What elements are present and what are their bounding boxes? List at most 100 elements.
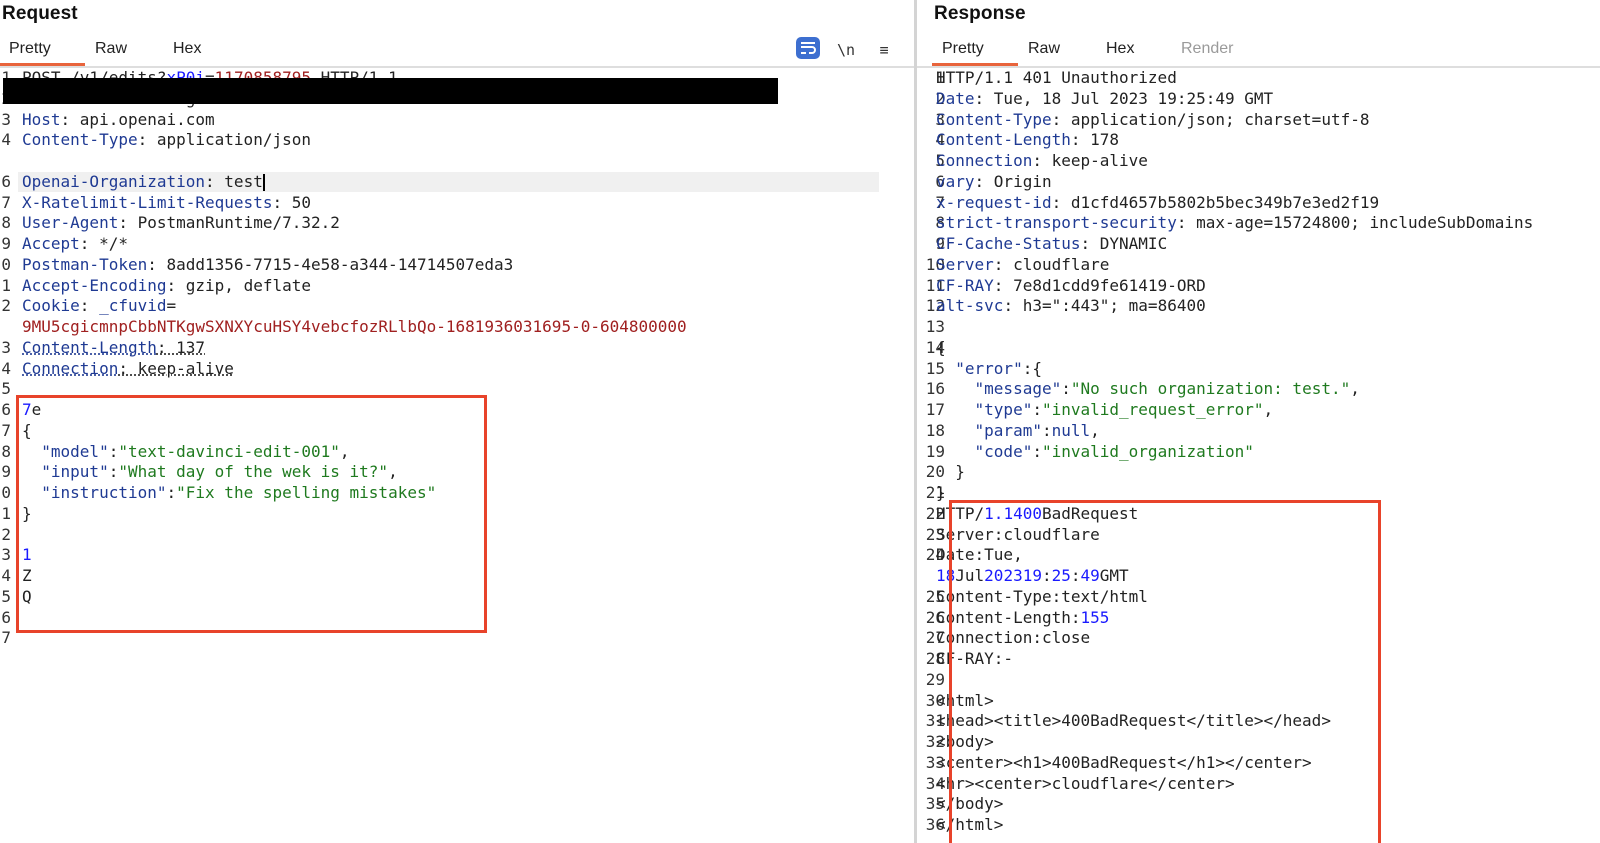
code-line: "error":{ bbox=[936, 359, 1042, 379]
code-token: : PostmanRuntime/7.32.2 bbox=[118, 213, 340, 233]
code-line: Content-Type: application/json; charset=… bbox=[936, 110, 1369, 130]
tab-response-pretty[interactable]: Pretty bbox=[932, 40, 1018, 66]
code-line: vary: Origin bbox=[936, 172, 1052, 192]
code-token: CF-RAY bbox=[936, 275, 994, 295]
code-line: Server: cloudflare bbox=[936, 255, 1109, 275]
code-token: X-Ratelimit-Limit-Requests bbox=[22, 192, 273, 212]
line-number: 8 bbox=[1, 213, 11, 233]
code-line: Openai-Organization: test bbox=[22, 172, 265, 192]
code-token: : keep-alive bbox=[1032, 151, 1148, 170]
line-number: 7 bbox=[1, 192, 11, 212]
code-token: : keep-alive bbox=[118, 358, 234, 378]
tab-request-hex[interactable]: Hex bbox=[173, 40, 201, 58]
code-line: Content-Type: application/json bbox=[22, 130, 311, 150]
code-token: User-Agent bbox=[22, 213, 119, 233]
code-token: "No such organization: test." bbox=[1070, 379, 1351, 399]
code-token: Postman-Token bbox=[22, 254, 148, 274]
line-number: 7 bbox=[1, 420, 11, 440]
code-token: vary bbox=[936, 171, 975, 191]
line-number: 4 bbox=[1, 130, 11, 150]
code-line: { bbox=[936, 338, 946, 358]
code-token: : bbox=[1032, 400, 1042, 419]
code-token: Date bbox=[936, 88, 975, 108]
code-token: : max-age=15724800; includeSubDomains bbox=[1176, 213, 1534, 233]
tab-response-raw[interactable]: Raw bbox=[1028, 40, 1060, 58]
code-line: x-request-id: d1cfd4657b5802b5bec349b7e3… bbox=[936, 193, 1379, 213]
code-token: "message" bbox=[974, 379, 1062, 399]
code-line: strict-transport-security: max-age=15724… bbox=[936, 213, 1533, 233]
code-token: CF-Cache-Status bbox=[936, 234, 1081, 253]
response-tab-bar: Pretty Raw Hex Render bbox=[917, 36, 1600, 68]
code-line: Postman-Token: 8add1356-7715-4e58-a344-1… bbox=[22, 255, 513, 275]
wrap-lines-icon[interactable] bbox=[796, 37, 820, 59]
line-number: 4 bbox=[1, 358, 11, 378]
code-token: , bbox=[1090, 420, 1100, 440]
code-line: X-Ratelimit-Limit-Requests: 50 bbox=[22, 193, 311, 213]
code-token: HTTP/1.1 401 Unauthorized bbox=[936, 68, 1177, 87]
line-number: 9 bbox=[1, 234, 11, 253]
code-token: , bbox=[1263, 400, 1274, 419]
line-number: 9 bbox=[1, 462, 11, 482]
code-line: alt-svc: h3=":443"; ma=86400 bbox=[936, 296, 1206, 316]
code-token: Content-Type bbox=[22, 130, 138, 150]
line-number: 3 bbox=[1, 109, 11, 129]
code-token: : d1cfd4657b5802b5bec349b7e3ed2f19 bbox=[1051, 192, 1380, 212]
code-token: Content-Length bbox=[936, 130, 1071, 150]
request-panel: Request Pretty Raw Hex \n ≡ 1POST /v1/ed… bbox=[0, 0, 914, 843]
code-line: Content-Length: 137 bbox=[22, 338, 205, 358]
redaction-bar bbox=[3, 78, 778, 104]
code-token: : cloudflare bbox=[993, 254, 1110, 274]
newline-toggle-icon[interactable]: \n bbox=[833, 38, 859, 62]
tab-request-raw[interactable]: Raw bbox=[95, 40, 127, 58]
line-number: 6 bbox=[1, 607, 11, 627]
line-number: 6 bbox=[1, 171, 11, 191]
code-token: _cfuvid bbox=[99, 296, 167, 316]
line-number bbox=[0, 151, 11, 171]
highlight-box-response bbox=[949, 500, 1381, 843]
code-token: : bbox=[1032, 441, 1042, 461]
line-number: 4 bbox=[1, 566, 11, 585]
code-line: Accept-Encoding: gzip, deflate bbox=[22, 276, 311, 296]
code-token: : 137 bbox=[156, 337, 206, 357]
line-number: 29 bbox=[925, 669, 945, 689]
code-token: } bbox=[936, 462, 965, 482]
code-token: Content-Type bbox=[936, 109, 1052, 129]
code-line: "param":null, bbox=[936, 421, 1100, 441]
code-line: Connection: keep-alive bbox=[22, 359, 234, 379]
code-token: : 7e8d1cdd9fe61419-ORD bbox=[993, 275, 1206, 295]
highlight-box-request-body bbox=[16, 395, 487, 633]
line-number: 2 bbox=[1, 296, 11, 316]
code-token: x-request-id bbox=[936, 192, 1052, 212]
code-line: } bbox=[936, 483, 946, 503]
code-token: "code" bbox=[974, 441, 1033, 461]
code-line: "code":"invalid_organization" bbox=[936, 442, 1254, 462]
code-line: } bbox=[936, 462, 965, 482]
code-token: null bbox=[1051, 420, 1091, 440]
request-title: Request bbox=[2, 3, 78, 24]
code-token: "invalid_request_error" bbox=[1041, 400, 1264, 419]
code-token: 9MU5cgicmnpCbbNTKgwSXNXYcuHSY4vebcfozRLl… bbox=[22, 317, 687, 336]
code-token: : test bbox=[205, 171, 263, 191]
tab-request-pretty[interactable]: Pretty bbox=[0, 40, 85, 66]
code-token: : application/json bbox=[137, 130, 311, 150]
code-token: Accept bbox=[22, 234, 80, 253]
tab-response-render[interactable]: Render bbox=[1181, 40, 1233, 58]
response-title: Response bbox=[934, 3, 1026, 24]
code-line: Accept: */* bbox=[22, 234, 128, 254]
code-line: Host: api.openai.com bbox=[22, 110, 215, 130]
code-line: CF-Cache-Status: DYNAMIC bbox=[936, 234, 1167, 254]
code-line: Content-Length: 178 bbox=[936, 130, 1119, 150]
code-token: : h3=":443"; ma=86400 bbox=[1003, 296, 1206, 316]
code-token: } bbox=[936, 483, 946, 502]
code-token: : bbox=[79, 296, 100, 316]
tab-response-hex[interactable]: Hex bbox=[1106, 40, 1134, 58]
line-number: 1 bbox=[1, 275, 11, 295]
line-number: 0 bbox=[1, 254, 11, 274]
line-number: 7 bbox=[1, 628, 11, 648]
menu-icon[interactable]: ≡ bbox=[871, 38, 897, 62]
line-number: 5 bbox=[1, 586, 11, 606]
